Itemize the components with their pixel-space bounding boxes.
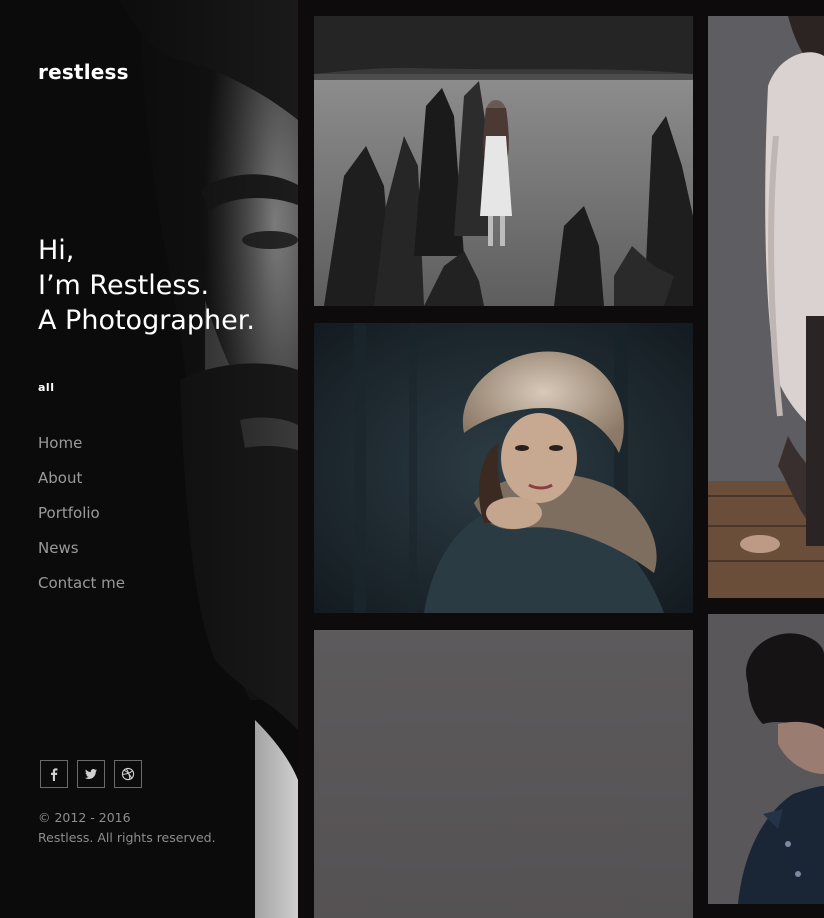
intro-line-name: I’m Restless. xyxy=(38,270,210,301)
intro-line-role: A Photographer. xyxy=(38,305,255,336)
facebook-button[interactable] xyxy=(40,760,68,788)
copyright-years: © 2012 - 2016 xyxy=(38,810,131,825)
site-logo[interactable]: restless xyxy=(38,60,129,84)
gallery-item-sweater[interactable] xyxy=(708,16,824,598)
social-links xyxy=(40,760,142,788)
gallery-item-placeholder[interactable] xyxy=(314,630,693,918)
sidebar: restless Hi, I’m Restless. A Photographe… xyxy=(0,0,298,918)
intro-line-greeting: Hi, xyxy=(38,235,75,266)
gallery-item-lake[interactable] xyxy=(314,16,693,306)
fur-hood-photo xyxy=(314,323,693,613)
lake-photo xyxy=(314,16,693,306)
black-hat-photo xyxy=(708,614,824,904)
nav-item-about[interactable]: About xyxy=(38,461,125,496)
intro-heading: Hi, I’m Restless. A Photographer. xyxy=(38,233,255,338)
gray-photo xyxy=(314,630,693,918)
facebook-icon xyxy=(51,768,58,781)
gallery-item-black-hat[interactable] xyxy=(708,614,824,904)
nav-item-news[interactable]: News xyxy=(38,531,125,566)
copyright: © 2012 - 2016 Restless. All rights reser… xyxy=(38,808,216,848)
copyright-rights: Restless. All rights reserved. xyxy=(38,830,216,845)
nav-item-home[interactable]: Home xyxy=(38,426,125,461)
dribbble-icon xyxy=(121,767,135,781)
nav-item-portfolio[interactable]: Portfolio xyxy=(38,496,125,531)
dribbble-button[interactable] xyxy=(114,760,142,788)
filter-all[interactable]: all xyxy=(38,381,54,394)
twitter-button[interactable] xyxy=(77,760,105,788)
main-nav: Home About Portfolio News Contact me xyxy=(38,426,125,601)
gallery-item-fur-hood[interactable] xyxy=(314,323,693,613)
nav-item-contact[interactable]: Contact me xyxy=(38,566,125,601)
twitter-icon xyxy=(85,769,97,779)
sweater-photo xyxy=(708,16,824,598)
